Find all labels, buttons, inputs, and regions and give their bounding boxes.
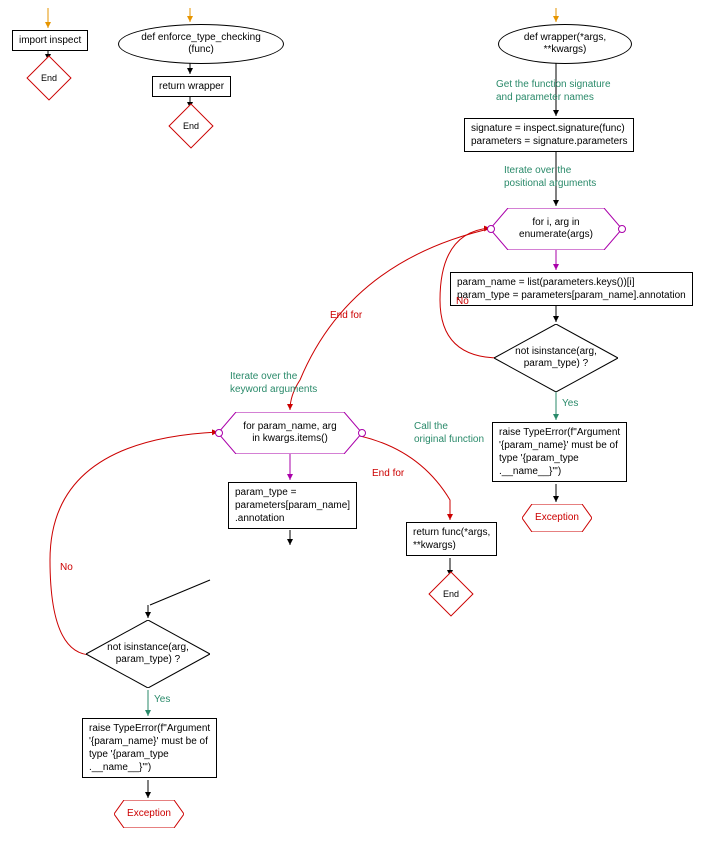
hex2-bubble-right	[358, 429, 366, 437]
hex1-bubble-left	[487, 225, 495, 233]
hex1-bubble-right	[618, 225, 626, 233]
raise-box-2: raise TypeError(f"Argument '{param_name}…	[82, 718, 217, 778]
exception-hex-1: Exception	[522, 504, 592, 532]
no-label-1: No	[456, 296, 469, 307]
comment-signature: Get the function signature and parameter…	[496, 78, 611, 104]
def-enforce-text: def enforce_type_checking (func)	[141, 32, 261, 56]
comment-positional: Iterate over the positional arguments	[504, 164, 596, 190]
param-name-line2: param_type = parameters[param_name].anno…	[457, 290, 686, 301]
param-name-box: param_name = list(parameters.keys())[i] …	[450, 272, 693, 306]
def-wrapper-ellipse: def wrapper(*args, **kwargs)	[498, 24, 632, 64]
yes-label-1: Yes	[562, 398, 578, 409]
isinstance-decision-1: not isinstance(arg, param_type) ?	[494, 324, 618, 392]
endfor-label-2: End for	[372, 468, 404, 479]
return-func-box: return func(*args, **kwargs)	[406, 522, 497, 556]
return-wrapper-box: return wrapper	[152, 76, 231, 97]
isinstance-decision-2: not isinstance(arg, param_type) ?	[86, 620, 210, 688]
for-enumerate-text: for i, arg in enumerate(args)	[490, 217, 622, 241]
exception-hex-2: Exception	[114, 800, 184, 828]
no-label-2: No	[60, 562, 73, 573]
import-box: import inspect	[12, 30, 88, 51]
def-enforce-ellipse: def enforce_type_checking (func)	[118, 24, 284, 64]
for-kwargs-text: for param_name, arg in kwargs.items()	[218, 421, 362, 445]
exception-text-2: Exception	[114, 808, 184, 820]
for-enumerate-loop: for i, arg in enumerate(args)	[490, 208, 622, 250]
import-text: import inspect	[19, 35, 81, 46]
sig-line2: parameters = signature.parameters	[471, 136, 627, 147]
param-name-line1: param_name = list(parameters.keys())[i]	[457, 277, 635, 288]
def-wrapper-text: def wrapper(*args, **kwargs)	[524, 32, 606, 56]
param-type-box: param_type = parameters[param_name] .ann…	[228, 482, 357, 529]
return-wrapper-text: return wrapper	[159, 81, 224, 92]
exception-text-1: Exception	[522, 512, 592, 524]
end-text-1: End	[41, 73, 57, 83]
signature-box: signature = inspect.signature(func) para…	[464, 118, 634, 152]
end-terminator-3: End	[428, 571, 473, 616]
end-terminator-1: End	[26, 55, 71, 100]
hex2-bubble-left	[215, 429, 223, 437]
comment-kwargs: Iterate over the keyword arguments	[230, 370, 317, 396]
sig-line1: signature = inspect.signature(func)	[471, 123, 625, 134]
isinstance-text-1: not isinstance(arg, param_type) ?	[494, 346, 618, 370]
isinstance-text-2: not isinstance(arg, param_type) ?	[86, 642, 210, 666]
for-kwargs-loop: for param_name, arg in kwargs.items()	[218, 412, 362, 454]
yes-label-2: Yes	[154, 694, 170, 705]
end-text-3: End	[443, 589, 459, 599]
end-text-2: End	[183, 121, 199, 131]
comment-call: Call the original function	[414, 420, 484, 446]
raise-box-1: raise TypeError(f"Argument '{param_name}…	[492, 422, 627, 482]
endfor-label-1: End for	[330, 310, 362, 321]
end-terminator-2: End	[168, 103, 213, 148]
